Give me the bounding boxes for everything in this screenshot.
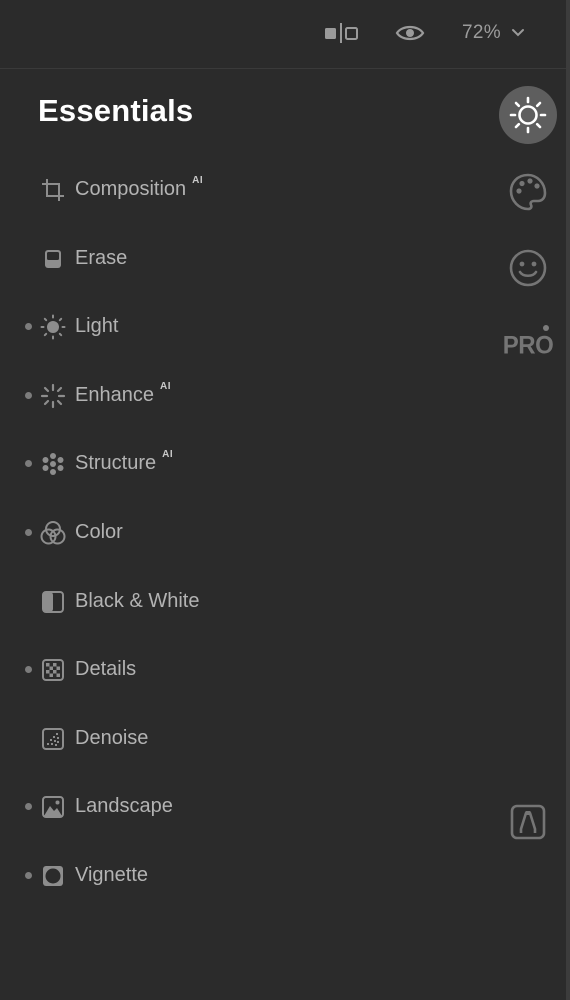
panel-title: Essentials bbox=[38, 93, 194, 128]
tool-label: Vignette bbox=[75, 863, 149, 886]
presets-icon bbox=[510, 804, 546, 840]
chevron-down-icon bbox=[511, 28, 525, 38]
pro-icon: PRO bbox=[502, 331, 554, 360]
tool-landscape[interactable]: Landscape bbox=[0, 773, 480, 842]
tool-enhance[interactable]: Enhance AI bbox=[0, 362, 480, 431]
tool-list: Composition AI Erase Light Enhance AI St… bbox=[0, 156, 480, 911]
tool-label: Color bbox=[75, 520, 123, 543]
tool-label: Composition AI bbox=[75, 175, 204, 200]
ai-badge: AI bbox=[162, 449, 174, 461]
preview-toggle-button[interactable] bbox=[392, 18, 428, 48]
smiley-icon bbox=[509, 249, 547, 287]
half-square-icon bbox=[40, 589, 66, 615]
tool-label: Black & White bbox=[75, 589, 200, 612]
tool-label: Enhance AI bbox=[75, 380, 171, 406]
vignette-icon bbox=[40, 863, 66, 889]
modified-indicator bbox=[25, 528, 32, 536]
zoom-dropdown[interactable]: 72% bbox=[462, 16, 546, 50]
rail-portrait-button[interactable] bbox=[498, 238, 558, 298]
notification-dot bbox=[543, 325, 549, 331]
rail-presets-button[interactable] bbox=[498, 792, 558, 852]
tool-structure[interactable]: Structure AI bbox=[0, 430, 480, 499]
rail-creative-button[interactable] bbox=[498, 162, 558, 222]
modified-indicator bbox=[25, 666, 32, 674]
tool-color[interactable]: Color bbox=[0, 499, 480, 568]
palette-icon bbox=[509, 173, 547, 211]
tool-vignette[interactable]: Vignette bbox=[0, 842, 480, 911]
crop-icon bbox=[40, 177, 66, 203]
color-circles-icon bbox=[40, 520, 66, 546]
ai-badge: AI bbox=[192, 175, 204, 186]
sun-icon bbox=[40, 314, 66, 340]
tool-black-white[interactable]: Black & White bbox=[0, 568, 480, 637]
tool-details[interactable]: Details bbox=[0, 636, 480, 705]
tool-label: Details bbox=[75, 658, 137, 681]
modified-indicator bbox=[25, 803, 32, 811]
compare-button[interactable] bbox=[318, 18, 364, 48]
tool-composition[interactable]: Composition AI bbox=[0, 156, 480, 225]
modified-indicator bbox=[25, 391, 32, 399]
checker-icon bbox=[40, 657, 66, 683]
rail-pro-button[interactable]: PRO bbox=[498, 316, 558, 376]
tool-light[interactable]: Light bbox=[0, 293, 480, 362]
tool-label: Landscape bbox=[75, 795, 173, 818]
active-indicator bbox=[499, 86, 557, 144]
top-toolbar: 72% bbox=[0, 0, 566, 69]
modified-indicator bbox=[25, 871, 32, 879]
modified-indicator bbox=[25, 460, 32, 468]
tool-label: Structure AI bbox=[75, 449, 174, 475]
tool-erase[interactable]: Erase bbox=[0, 225, 480, 294]
modified-indicator bbox=[25, 323, 32, 331]
sparkle-icon bbox=[40, 383, 66, 409]
rail-essentials-button[interactable] bbox=[498, 85, 558, 145]
landscape-icon bbox=[40, 794, 66, 820]
zoom-value: 72% bbox=[462, 22, 501, 43]
tool-denoise[interactable]: Denoise bbox=[0, 705, 480, 774]
tool-label: Light bbox=[75, 315, 119, 338]
sun-icon bbox=[509, 96, 547, 134]
denoise-icon bbox=[40, 726, 66, 752]
split-compare-icon bbox=[325, 23, 358, 43]
dots-cluster-icon bbox=[40, 451, 66, 477]
eye-icon bbox=[395, 25, 425, 41]
tool-label: Denoise bbox=[75, 726, 149, 749]
eraser-icon bbox=[40, 246, 66, 272]
ai-badge: AI bbox=[159, 380, 171, 392]
panel-right-border bbox=[566, 0, 570, 1000]
tool-label: Erase bbox=[75, 246, 128, 269]
